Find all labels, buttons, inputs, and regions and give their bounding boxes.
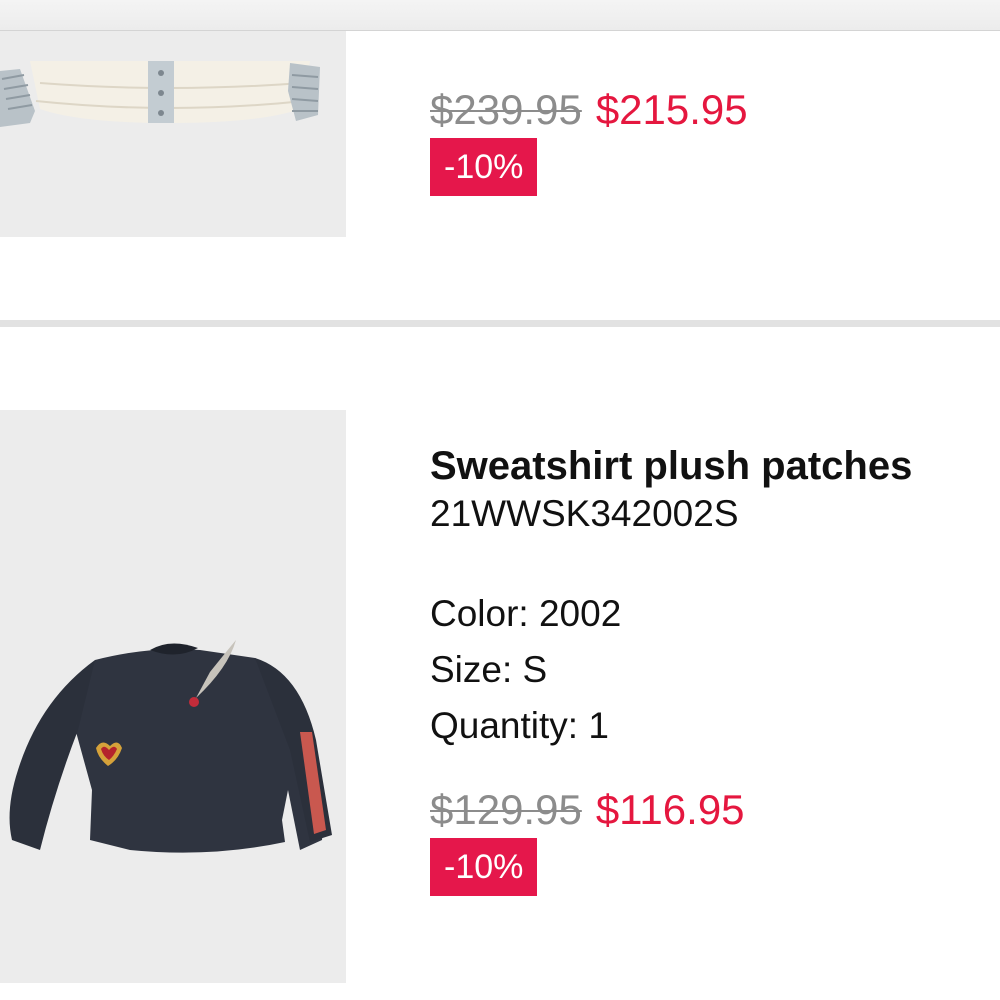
sale-price: $215.95 xyxy=(595,86,748,133)
sweatshirt-image xyxy=(0,410,346,983)
product-image-2[interactable] xyxy=(0,410,346,983)
product-color: Color: 2002 xyxy=(430,593,622,634)
product-item-2: Sweatshirt plush patches 21WWSK342002S C… xyxy=(0,328,1000,1000)
order-summary-page: $239.95 $215.95 -10% Sweatshirt plush pa… xyxy=(0,0,1000,1000)
product-name[interactable]: Sweatshirt plush patches xyxy=(430,442,1000,490)
section-divider xyxy=(0,320,1000,327)
product-item-1: $239.95 $215.95 -10% xyxy=(0,0,1000,322)
discount-badge: -10% xyxy=(430,138,538,196)
product-details-1: $239.95 $215.95 -10% xyxy=(430,84,1000,196)
product-size: Size: S xyxy=(430,649,548,690)
original-price: $129.95 xyxy=(430,786,582,833)
price-row: $239.95 $215.95 xyxy=(430,84,1000,136)
product-image-1[interactable] xyxy=(0,31,346,237)
price-row: $129.95 $116.95 xyxy=(430,784,1000,836)
sale-price: $116.95 xyxy=(595,786,745,833)
jacket-image xyxy=(0,31,346,237)
product-sku: 21WWSK342002S xyxy=(430,493,739,534)
product-details-2: Sweatshirt plush patches 21WWSK342002S C… xyxy=(430,442,1000,896)
original-price: $239.95 xyxy=(430,86,582,133)
discount-badge: -10% xyxy=(430,838,538,896)
product-quantity: Quantity: 1 xyxy=(430,705,609,746)
